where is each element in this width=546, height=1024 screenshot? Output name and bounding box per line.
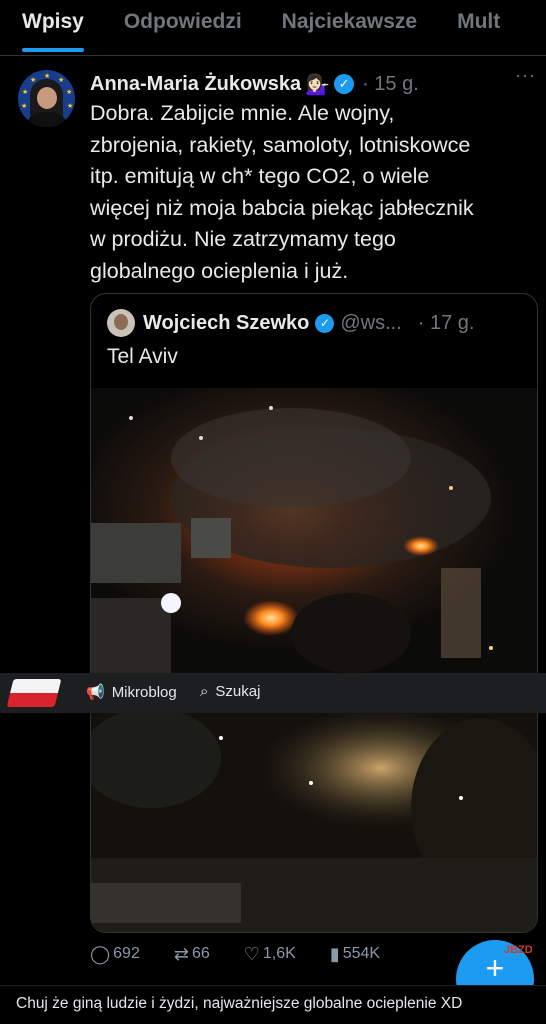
reply-button[interactable]: ◯ 692 bbox=[90, 944, 140, 965]
quoted-author-avatar[interactable] bbox=[107, 309, 135, 337]
quoted-tweet-text: Tel Aviv bbox=[107, 345, 178, 368]
quoted-video[interactable] bbox=[91, 388, 537, 932]
tab-wpisy[interactable]: Wpisy bbox=[0, 0, 102, 55]
like-button[interactable]: ♡ 1,6K bbox=[244, 944, 296, 965]
mikroblog-link[interactable]: 📢 Mikroblog bbox=[86, 683, 177, 702]
search-label: Szukaj bbox=[215, 683, 261, 700]
like-count: 1,6K bbox=[262, 945, 296, 962]
night-fire-video-icon bbox=[91, 388, 537, 932]
post-caption: Chuj że giną ludzie i żydzi, najważniejs… bbox=[0, 985, 546, 1024]
heart-icon: ♡ bbox=[243, 943, 260, 964]
views-button[interactable]: ▮ 554K bbox=[330, 944, 380, 965]
tweet[interactable]: ★ ★ ★ ★ ★ ★ ★ Anna-Maria Żukowska 💁🏻‍♀️ … bbox=[0, 57, 546, 975]
tab-odpowiedzi[interactable]: Odpowiedzi bbox=[102, 0, 260, 55]
search-link[interactable]: ⌕ Szukaj bbox=[200, 683, 260, 700]
profile-tabs: Wpisy Odpowiedzi Najciekawsze Mult bbox=[0, 0, 546, 56]
tweet-actions: ◯ 692 ⇄ 66 ♡ 1,6K ▮ 554K bbox=[90, 939, 450, 969]
tab-najciekawsze[interactable]: Najciekawsze bbox=[260, 0, 435, 55]
more-options-icon[interactable]: ··· bbox=[515, 65, 536, 86]
tweet-time[interactable]: · 15 g. bbox=[362, 73, 419, 96]
search-icon: ⌕ bbox=[200, 683, 209, 700]
jbzd-watermark-logo: JBZD bbox=[504, 944, 533, 956]
wykop-navbar: 📢 Mikroblog ⌕ Szukaj bbox=[0, 673, 546, 713]
quoted-tweet[interactable]: Wojciech Szewko ✓ @ws... · 17 g. Tel Avi… bbox=[90, 293, 538, 933]
view-count: 554K bbox=[342, 945, 381, 962]
plus-icon: + bbox=[485, 950, 505, 986]
megaphone-icon: 📢 bbox=[86, 684, 105, 701]
author-emoji: 💁🏻‍♀️ bbox=[305, 73, 331, 96]
author-name[interactable]: Anna-Maria Żukowska bbox=[90, 73, 301, 96]
quoted-author-name: Wojciech Szewko bbox=[143, 311, 310, 334]
reply-icon: ◯ bbox=[90, 943, 111, 964]
tweet-text: Dobra. Zabijcie mnie. Ale wojny, zbrojen… bbox=[90, 101, 474, 283]
mikroblog-label: Mikroblog bbox=[111, 683, 177, 701]
author-avatar[interactable]: ★ ★ ★ ★ ★ ★ ★ bbox=[18, 70, 75, 127]
tweet-header: Anna-Maria Żukowska 💁🏻‍♀️ ✓ · 15 g. bbox=[90, 70, 536, 98]
polish-flag-logo[interactable] bbox=[6, 679, 62, 707]
repost-button[interactable]: ⇄ 66 bbox=[174, 944, 210, 965]
quoted-author-handle: @ws... bbox=[340, 311, 402, 334]
quoted-tweet-time: · 17 g. bbox=[417, 311, 475, 334]
repost-icon: ⇄ bbox=[173, 943, 189, 964]
verified-badge-icon: ✓ bbox=[334, 74, 355, 94]
bar-chart-icon: ▮ bbox=[329, 943, 340, 964]
reply-count: 692 bbox=[113, 945, 140, 962]
tab-multimedia[interactable]: Mult bbox=[435, 0, 518, 55]
quoted-verified-badge-icon: ✓ bbox=[315, 313, 335, 333]
quoted-tweet-header: Wojciech Szewko ✓ @ws... · 17 g. bbox=[107, 309, 529, 337]
repost-count: 66 bbox=[191, 945, 210, 962]
